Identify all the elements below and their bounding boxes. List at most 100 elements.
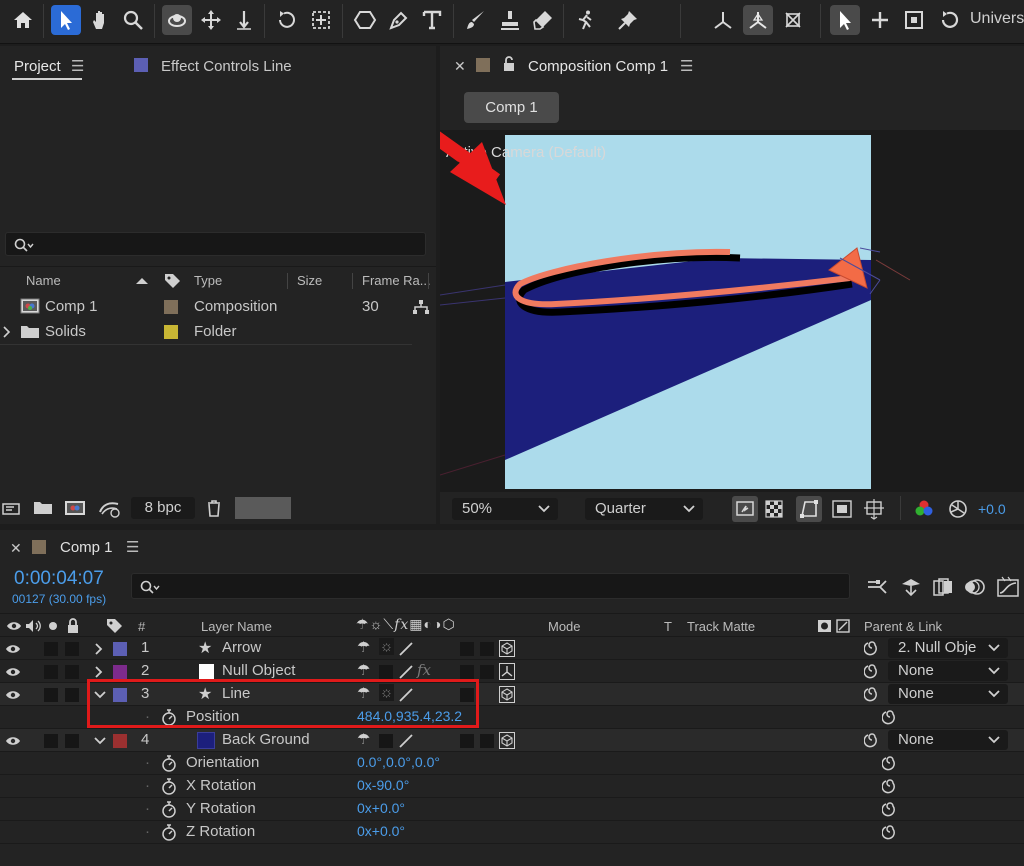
mode-header[interactable]: Mode	[548, 619, 581, 634]
parent-dropdown[interactable]: None	[888, 684, 1008, 704]
shy-switch-icon[interactable]: ☂	[357, 638, 370, 656]
magnification-dropdown[interactable]: 50%	[452, 498, 558, 520]
chevron-down-icon[interactable]	[94, 737, 106, 745]
interpret-footage-icon[interactable]	[2, 502, 22, 516]
property-row-orientation[interactable]: · Orientation 0.0°,0.0°,0.0°	[0, 752, 1024, 775]
brush-tool-icon[interactable]	[461, 5, 491, 35]
close-tab-icon[interactable]: ✕	[454, 58, 466, 75]
project-search-input[interactable]	[5, 232, 426, 256]
pick-whip-icon[interactable]	[882, 801, 898, 817]
tab-project[interactable]: Project	[14, 58, 61, 75]
lock-box[interactable]	[65, 688, 79, 702]
frame-blending-icon[interactable]	[932, 577, 954, 597]
shy-switch-icon[interactable]: ☂	[357, 661, 370, 679]
eye-icon[interactable]	[5, 689, 21, 701]
tab-effect-controls[interactable]: Effect Controls Line	[161, 58, 292, 75]
chevron-right-icon[interactable]	[95, 643, 103, 655]
adjustment-box[interactable]	[480, 642, 494, 656]
column-size[interactable]: Size	[297, 273, 322, 288]
shy-switch-icon[interactable]: ☂	[357, 730, 370, 748]
stopwatch-icon[interactable]	[161, 755, 177, 772]
chevron-right-icon[interactable]	[95, 666, 103, 678]
motion-blur-box[interactable]	[460, 665, 474, 679]
eye-icon[interactable]	[5, 735, 21, 747]
audio-header-icon[interactable]	[25, 619, 43, 633]
property-row-z-rotation[interactable]: · Z Rotation 0x+0.0°	[0, 821, 1024, 844]
collapse-switch-icon[interactable]: ☼	[370, 616, 384, 632]
clone-stamp-tool-icon[interactable]	[495, 5, 525, 35]
close-tab-icon[interactable]: ✕	[10, 540, 22, 557]
pick-whip-icon[interactable]	[882, 778, 898, 794]
adjustment-box[interactable]	[480, 734, 494, 748]
new-composition-icon[interactable]	[64, 500, 86, 516]
parent-dropdown[interactable]: None	[888, 661, 1008, 681]
new-folder-icon[interactable]	[33, 500, 53, 516]
preserve-transparency-header[interactable]: T	[664, 619, 672, 634]
eye-icon[interactable]	[5, 666, 21, 678]
solo-box[interactable]	[44, 688, 58, 702]
parent-link-header[interactable]: Parent & Link	[864, 619, 942, 634]
3d-layer-cube-icon[interactable]	[499, 640, 515, 657]
rotate-gizmo-icon[interactable]	[934, 5, 964, 35]
stopwatch-icon[interactable]	[161, 824, 177, 841]
view-axis-mode-icon[interactable]	[778, 5, 808, 35]
solo-box[interactable]	[44, 734, 58, 748]
roto-brush-tool-icon[interactable]	[571, 5, 601, 35]
world-axis-mode-icon[interactable]	[743, 5, 773, 35]
orbit-camera-tool-icon[interactable]	[162, 5, 192, 35]
home-icon[interactable]	[8, 5, 38, 35]
scale-gizmo-icon[interactable]	[899, 5, 929, 35]
pick-whip-icon[interactable]	[882, 824, 898, 840]
layer-label-swatch[interactable]	[113, 665, 127, 679]
color-channels-icon[interactable]	[914, 499, 934, 519]
stopwatch-icon[interactable]	[161, 778, 177, 795]
x-rotation-value[interactable]: 0x-90.0°	[357, 777, 409, 793]
layer-label-swatch[interactable]	[113, 734, 127, 748]
track-matte-header[interactable]: Track Matte	[687, 619, 755, 634]
comp-breadcrumb-button[interactable]: Comp 1	[464, 92, 559, 123]
pan-camera-tool-icon[interactable]	[196, 5, 226, 35]
select-tool-3d-icon[interactable]	[830, 5, 860, 35]
project-item-solids[interactable]: Solids Folder	[0, 320, 412, 345]
lock-box[interactable]	[65, 665, 79, 679]
rotation-tool-icon[interactable]	[272, 5, 302, 35]
3d-layer-switch-icon[interactable]: ⬡	[442, 616, 455, 632]
motion-blur-box[interactable]	[460, 734, 474, 748]
parent-dropdown[interactable]: None	[888, 730, 1008, 750]
stopwatch-icon[interactable]	[161, 801, 177, 818]
pick-whip-icon[interactable]	[864, 640, 880, 656]
transparency-grid-icon[interactable]	[765, 500, 783, 518]
chevron-right-icon[interactable]	[3, 326, 11, 338]
solo-box[interactable]	[44, 665, 58, 679]
3d-layer-cube-icon[interactable]	[499, 732, 515, 749]
adjustment-box[interactable]	[480, 665, 494, 679]
quality-switch-icon[interactable]	[398, 664, 414, 680]
sort-ascending-icon[interactable]	[135, 277, 149, 285]
column-type[interactable]: Type	[194, 273, 222, 288]
eraser-tool-icon[interactable]	[528, 5, 558, 35]
composition-viewer[interactable]: Active Camera (Default)	[440, 130, 1024, 492]
pan-behind-tool-icon[interactable]	[306, 5, 336, 35]
local-axis-mode-icon[interactable]	[708, 5, 738, 35]
layer-row-back-ground[interactable]: 4 Back Ground ☂ None	[0, 729, 1024, 752]
exposure-reset-icon[interactable]	[947, 498, 969, 520]
resolution-dropdown[interactable]: Quarter	[585, 498, 703, 520]
tab-comp-timeline[interactable]: Comp 1	[60, 539, 113, 556]
exposure-value[interactable]: +0.0	[978, 501, 1006, 517]
lock-box[interactable]	[65, 734, 79, 748]
composition-mini-flowchart-icon[interactable]	[866, 578, 888, 596]
pick-whip-icon[interactable]	[864, 686, 880, 702]
flowchart-icon[interactable]	[412, 299, 430, 315]
panel-menu-icon[interactable]: ☰	[71, 57, 84, 75]
pen-tool-icon[interactable]	[384, 5, 414, 35]
quality-switch-icon[interactable]: ⟍	[383, 616, 394, 632]
motion-blur-box[interactable]	[460, 642, 474, 656]
move-gizmo-icon[interactable]	[865, 5, 895, 35]
motion-blur-icon[interactable]	[964, 577, 986, 597]
hand-tool-icon[interactable]	[85, 5, 115, 35]
lock-icon[interactable]	[502, 56, 516, 72]
pick-whip-icon[interactable]	[864, 732, 880, 748]
eye-icon[interactable]	[5, 643, 21, 655]
tab-composition[interactable]: Composition Comp 1	[528, 58, 668, 75]
property-row-x-rotation[interactable]: · X Rotation 0x-90.0°	[0, 775, 1024, 798]
